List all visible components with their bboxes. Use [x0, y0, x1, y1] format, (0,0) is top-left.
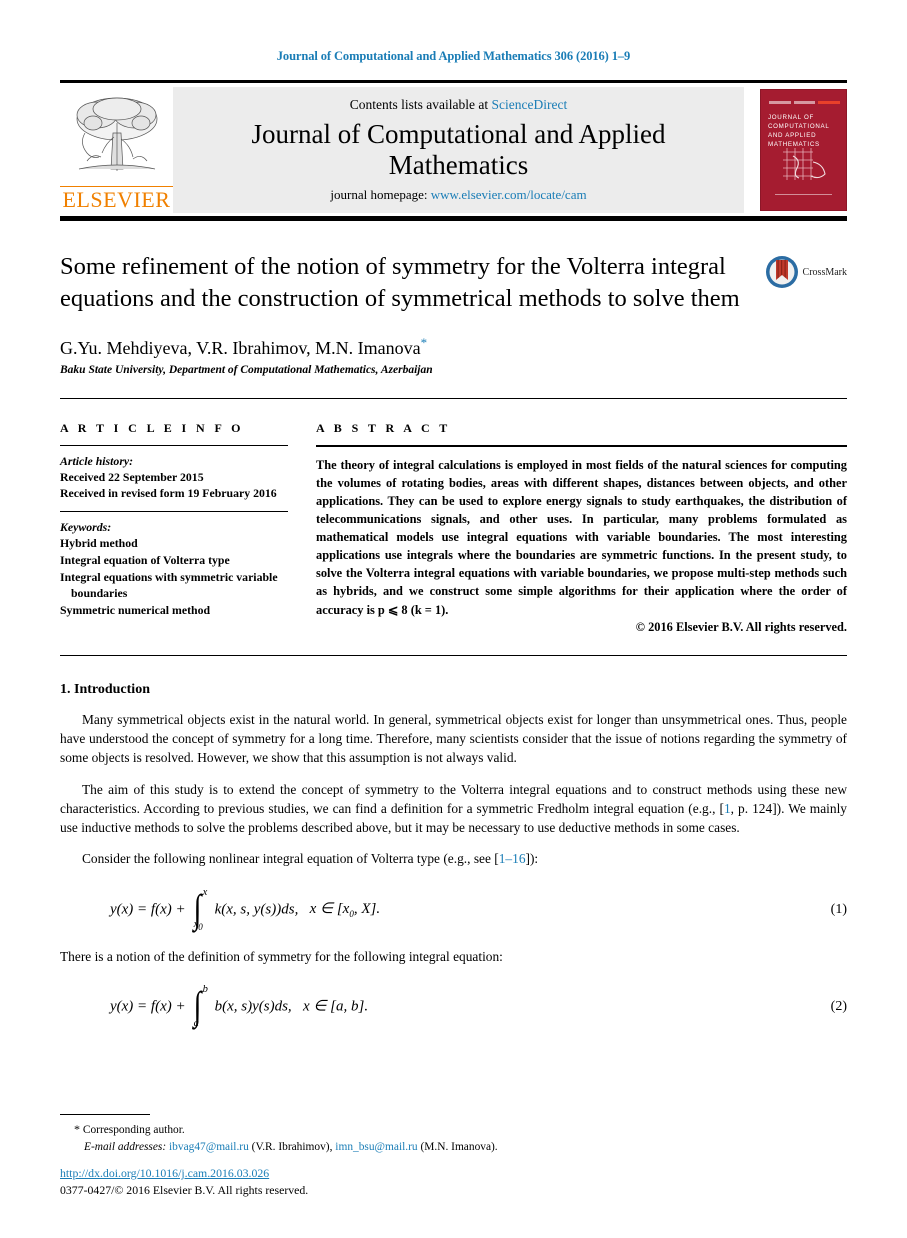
article-info-rule	[60, 444, 288, 446]
email-owner-imanova: (M.N. Imanova).	[420, 1141, 498, 1154]
journal-title: Journal of Computational and Applied Mat…	[251, 118, 666, 180]
abstract-text: The theory of integral calculations is e…	[316, 457, 847, 617]
journal-masthead: ELSEVIER Contents lists available at Sci…	[60, 87, 847, 213]
footnote-star-marker: *	[74, 1122, 80, 1137]
cover-title-text: JOURNAL OF COMPUTATIONAL AND APPLIED MAT…	[768, 114, 830, 148]
author-list: G.Yu. Mehdiyeva, V.R. Ibrahimov, M.N. Im…	[60, 335, 847, 359]
section-heading-introduction: 1. Introduction	[60, 681, 150, 697]
equation-1-domain: x ∈ [x0, X].	[309, 901, 381, 920]
abstract-heading: A B S T R A C T	[316, 420, 451, 435]
footer-doi-block: http://dx.doi.org/10.1016/j.cam.2016.03.…	[60, 1165, 308, 1200]
footnote-corresponding: * Corresponding author.	[60, 1121, 847, 1139]
article-info-heading: A R T I C L E I N F O	[60, 420, 244, 435]
equation-2-domain: x ∈ [a, b].	[302, 998, 369, 1015]
corresponding-author-marker[interactable]: *	[421, 335, 428, 350]
paragraph-2: The aim of this study is to extend the c…	[60, 780, 847, 838]
equation-2-lhs: y(x) = f(x) +	[110, 998, 186, 1015]
info-abstract-columns: A R T I C L E I N F O Article history: R…	[60, 421, 847, 635]
journal-homepage-line: journal homepage: www.elsevier.com/locat…	[330, 187, 586, 203]
contents-available-line: Contents lists available at ScienceDirec…	[350, 97, 567, 113]
cover-image: JOURNAL OF COMPUTATIONAL AND APPLIED MAT…	[760, 89, 847, 211]
email-owner-ibrahimov: (V.R. Ibrahimov),	[251, 1141, 333, 1154]
info-section-bottom-rule	[60, 654, 847, 656]
abstract-copyright: © 2016 Elsevier B.V. All rights reserved…	[635, 619, 847, 634]
equation-1-lhs: y(x) = f(x) +	[110, 901, 186, 918]
footnote-rule	[60, 1114, 150, 1116]
crossmark-badge[interactable]: CrossMark	[765, 255, 847, 289]
contents-prefix: Contents lists available at	[349, 96, 492, 112]
equation-2-lower-limit: a	[193, 1018, 199, 1030]
keyword-item: Integral equation of Volterra type	[60, 552, 230, 567]
paragraph-3-part1: Consider the following nonlinear integra…	[82, 851, 499, 867]
history-received: Received 22 September 2015	[60, 469, 204, 484]
doi-link[interactable]: http://dx.doi.org/10.1016/j.cam.2016.03.…	[60, 1166, 269, 1180]
paragraph-3-part2: ]):	[525, 851, 539, 867]
paragraph-4: There is a notion of the definition of s…	[60, 948, 503, 964]
equation-2-number: (2)	[830, 999, 847, 1015]
paragraph-1: Many symmetrical objects exist in the na…	[60, 711, 847, 766]
cover-bottom-rule	[775, 194, 832, 200]
crossmark-icon	[765, 256, 798, 288]
equation-2-row: y(x) = f(x) + b ∫ a b(x, s)y(s)ds, x ∈ [a, b…	[60, 984, 847, 1030]
masthead-center: Contents lists available at ScienceDirec…	[173, 87, 744, 213]
homepage-prefix: journal homepage:	[330, 187, 431, 203]
keyword-item: Integral equations with symmetric variab…	[60, 569, 278, 584]
equation-1-lower-limit: x0	[193, 918, 203, 932]
integral-sign-2: b ∫ a	[193, 983, 208, 1030]
article-history-label: Article history:	[60, 453, 134, 468]
equation-1: y(x) = f(x) + x ∫ x0 k(x, s, y(s))ds, x ∈ [x…	[60, 885, 807, 932]
title-block: Some refinement of the notion of symmetr…	[60, 251, 847, 315]
sciencedirect-link[interactable]: ScienceDirect	[492, 97, 568, 112]
elsevier-logo: ELSEVIER	[60, 87, 173, 213]
affiliation: Baku State University, Department of Com…	[60, 363, 433, 376]
cover-figure-icon	[783, 148, 826, 180]
equation-1-upper-limit: x	[202, 886, 208, 898]
keyword-item: Symmetric numerical method	[60, 603, 211, 618]
equation-1-integrand: k(x, s, y(s))ds,	[214, 901, 299, 918]
history-revised: Received in revised form 19 February 201…	[60, 486, 277, 501]
crossmark-label: CrossMark	[802, 266, 847, 278]
footnote-block: * Corresponding author. E-mail addresses…	[60, 1114, 847, 1156]
footnote-corresponding-text: Corresponding author.	[82, 1124, 185, 1137]
issn-copyright-line: 0377-0427/© 2016 Elsevier B.V. All right…	[60, 1183, 309, 1198]
citation-ref-1[interactable]: 1	[724, 801, 731, 816]
journal-homepage-link[interactable]: www.elsevier.com/locate/cam	[431, 187, 587, 202]
page-title: Some refinement of the notion of symmetr…	[60, 253, 740, 312]
integral-sign-1: x ∫ x0	[193, 885, 208, 932]
masthead-top-rule	[60, 80, 847, 83]
article-page: Journal of Computational and Applied Mat…	[0, 0, 907, 1238]
cover-top-bar	[769, 97, 841, 107]
elsevier-tree-icon	[76, 97, 157, 171]
article-info-column: A R T I C L E I N F O Article history: R…	[60, 421, 288, 635]
title-text-wrap: Some refinement of the notion of symmetr…	[60, 251, 765, 315]
abstract-rule	[316, 444, 847, 447]
info-section-top-rule	[60, 397, 847, 399]
email-link-ibrahimov[interactable]: ibvag47@mail.ru	[169, 1141, 249, 1153]
footnote-emails: E-mail addresses: ibvag47@mail.ru (V.R. …	[60, 1139, 847, 1156]
journal-cover-thumbnail: JOURNAL OF COMPUTATIONAL AND APPLIED MAT…	[744, 87, 847, 213]
paragraph-3: Consider the following nonlinear integra…	[60, 849, 847, 868]
keyword-item: Hybrid method	[60, 536, 138, 551]
author-names: G.Yu. Mehdiyeva, V.R. Ibrahimov, M.N. Im…	[60, 337, 421, 358]
cover-bar-2	[793, 100, 816, 104]
keywords-rule	[60, 511, 288, 513]
equation-2-upper-limit: b	[202, 984, 208, 996]
cover-bar-3	[818, 100, 841, 104]
cover-bar-1	[769, 100, 791, 104]
equation-1-number: (1)	[830, 901, 847, 917]
citation-ref-1-16[interactable]: 1–16	[499, 851, 526, 866]
abstract-column: A B S T R A C T The theory of integral c…	[316, 421, 847, 635]
keywords-label: Keywords:	[60, 520, 112, 535]
equation-1-row: y(x) = f(x) + x ∫ x0 k(x, s, y(s))ds, x ∈ [x…	[60, 887, 847, 933]
masthead-bottom-rule	[60, 216, 847, 221]
email-link-imanova[interactable]: imn_bsu@mail.ru	[335, 1141, 417, 1153]
running-head: Journal of Computational and Applied Mat…	[276, 49, 631, 63]
equation-2: y(x) = f(x) + b ∫ a b(x, s)y(s)ds, x ∈ [a, b…	[60, 983, 807, 1030]
email-addresses-label: E-mail addresses:	[84, 1141, 167, 1154]
keyword-item-continuation: boundaries	[71, 586, 128, 601]
elsevier-wordmark: ELSEVIER	[60, 186, 173, 211]
equation-2-integrand: b(x, s)y(s)ds,	[214, 998, 292, 1015]
